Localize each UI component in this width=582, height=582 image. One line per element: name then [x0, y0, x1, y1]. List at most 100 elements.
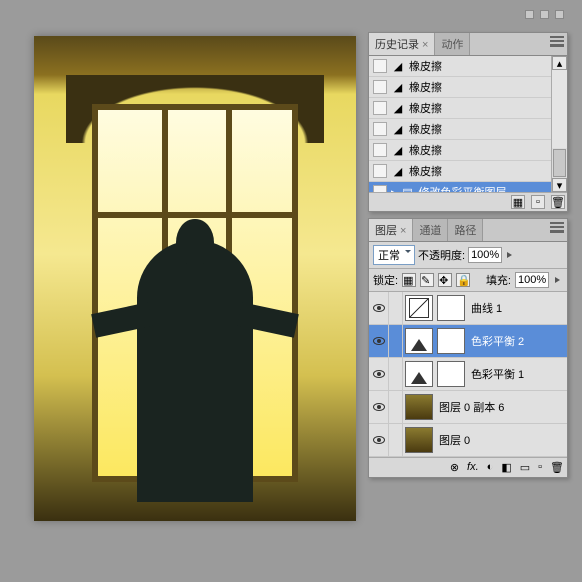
- layer-item[interactable]: 图层 0: [369, 424, 567, 457]
- layer-label: 色彩平衡 2: [467, 333, 567, 349]
- history-panel: 历史记录× 动作 ◢ 橡皮擦 ◢ 橡皮擦 ◢ 橡皮擦 ◢ 橡皮擦 ◢ 橡皮擦 ◢…: [368, 32, 568, 212]
- visibility-toggle[interactable]: [369, 358, 389, 390]
- eraser-icon: ◢: [391, 80, 405, 94]
- layer-thumb: [405, 394, 433, 420]
- history-delete-button[interactable]: 🗑: [551, 195, 565, 209]
- layer-thumb: [405, 427, 433, 453]
- eraser-icon: ◢: [391, 101, 405, 115]
- history-item[interactable]: ◢ 橡皮擦: [369, 119, 551, 140]
- history-snapshot-cell[interactable]: [373, 185, 387, 192]
- link-column[interactable]: [389, 292, 403, 324]
- lock-row: 锁定: ▦ ✎ ✥ 🔒 填充: 100%: [369, 269, 567, 292]
- visibility-toggle[interactable]: [369, 292, 389, 324]
- layer-label: 图层 0 副本 6: [435, 399, 567, 415]
- layer-item[interactable]: 色彩平衡 2: [369, 325, 567, 358]
- eye-icon: [373, 403, 385, 411]
- document-canvas[interactable]: [34, 36, 356, 521]
- fill-label: 填充:: [486, 272, 511, 288]
- tab-history[interactable]: 历史记录×: [369, 33, 435, 55]
- layers-footer: ⊗ fx. ◐ ◧ ▭ ▫ 🗑: [369, 457, 567, 477]
- tab-paths[interactable]: 路径: [448, 219, 483, 241]
- layer-icon: ▤: [401, 185, 415, 192]
- scroll-down-arrow[interactable]: ▾: [552, 178, 567, 192]
- history-snapshot-cell[interactable]: [373, 122, 387, 136]
- blend-mode-dropdown[interactable]: 正常: [373, 245, 415, 265]
- mask-thumb: [437, 361, 465, 387]
- lock-all-button[interactable]: 🔒: [456, 273, 470, 287]
- tab-channels[interactable]: 通道: [413, 219, 448, 241]
- link-column[interactable]: [389, 424, 403, 456]
- history-footer: ▦ ▫ 🗑: [369, 192, 567, 211]
- history-snapshot-cell[interactable]: [373, 80, 387, 94]
- panel-dash-button[interactable]: [525, 10, 534, 19]
- eye-icon: [373, 337, 385, 345]
- history-item[interactable]: ◢ 橡皮擦: [369, 56, 551, 77]
- history-item-label: 修改色彩平衡图层: [419, 184, 507, 192]
- visibility-toggle[interactable]: [369, 424, 389, 456]
- tab-actions[interactable]: 动作: [435, 33, 470, 55]
- history-scrollbar[interactable]: ▴ ▾: [551, 56, 567, 192]
- scroll-thumb[interactable]: [553, 149, 566, 177]
- close-icon[interactable]: ×: [422, 39, 428, 51]
- lock-label: 锁定:: [373, 272, 398, 288]
- eraser-icon: ◢: [391, 59, 405, 73]
- layer-item[interactable]: 色彩平衡 1: [369, 358, 567, 391]
- history-snapshot-cell[interactable]: [373, 101, 387, 115]
- mask-button[interactable]: ◐: [487, 461, 494, 474]
- history-snapshot-cell[interactable]: [373, 164, 387, 178]
- link-layers-button[interactable]: ⊗: [450, 461, 459, 474]
- visibility-toggle[interactable]: [369, 391, 389, 423]
- panel-close-button[interactable]: [555, 10, 564, 19]
- layer-item[interactable]: 曲线 1: [369, 292, 567, 325]
- history-new-button[interactable]: ▫: [531, 195, 545, 209]
- history-item[interactable]: ◢ 橡皮擦: [369, 77, 551, 98]
- layer-label: 色彩平衡 1: [467, 366, 567, 382]
- layer-list: 曲线 1 色彩平衡 2 色彩平衡 1 图层 0 副本 6 图层 0: [369, 292, 567, 457]
- history-item-label: 橡皮擦: [409, 163, 442, 179]
- delete-layer-button[interactable]: 🗑: [550, 461, 564, 474]
- mask-thumb: [437, 295, 465, 321]
- scroll-up-arrow[interactable]: ▴: [552, 56, 567, 70]
- eye-icon: [373, 304, 385, 312]
- history-item[interactable]: ◢ 橡皮擦: [369, 140, 551, 161]
- visibility-toggle[interactable]: [369, 325, 389, 357]
- fill-input[interactable]: 100%: [515, 272, 549, 288]
- panel-minimize-button[interactable]: [540, 10, 549, 19]
- link-column[interactable]: [389, 358, 403, 390]
- opacity-flyout-icon[interactable]: [507, 252, 515, 258]
- mask-thumb: [437, 328, 465, 354]
- history-snapshot-button[interactable]: ▦: [511, 195, 525, 209]
- adjustment-thumb: [405, 328, 433, 354]
- opacity-input[interactable]: 100%: [468, 247, 502, 263]
- history-item[interactable]: ▸ ▤ 修改色彩平衡图层: [369, 182, 551, 192]
- link-column[interactable]: [389, 325, 403, 357]
- fill-flyout-icon[interactable]: [555, 277, 563, 283]
- new-layer-button[interactable]: ▫: [538, 461, 542, 474]
- panel-menu-icon[interactable]: [550, 222, 564, 233]
- lock-transparency-button[interactable]: ▦: [402, 273, 416, 287]
- eye-icon: [373, 370, 385, 378]
- close-icon[interactable]: ×: [400, 225, 406, 237]
- lock-position-button[interactable]: ✥: [438, 273, 452, 287]
- layer-item[interactable]: 图层 0 副本 6: [369, 391, 567, 424]
- history-item-label: 橡皮擦: [409, 100, 442, 116]
- history-item[interactable]: ◢ 橡皮擦: [369, 98, 551, 119]
- history-item-label: 橡皮擦: [409, 58, 442, 74]
- eraser-icon: ◢: [391, 164, 405, 178]
- tab-layers[interactable]: 图层×: [369, 219, 413, 241]
- fx-button[interactable]: fx.: [467, 461, 479, 474]
- eraser-icon: ◢: [391, 122, 405, 136]
- lock-pixels-button[interactable]: ✎: [420, 273, 434, 287]
- history-current-icon: ▸: [391, 186, 397, 193]
- layers-panel: 图层× 通道 路径 正常 不透明度: 100% 锁定: ▦ ✎ ✥ 🔒 填充: …: [368, 218, 568, 478]
- link-column[interactable]: [389, 391, 403, 423]
- history-item[interactable]: ◢ 橡皮擦: [369, 161, 551, 182]
- adjustment-button[interactable]: ◧: [501, 461, 511, 474]
- group-button[interactable]: ▭: [520, 461, 530, 474]
- history-snapshot-cell[interactable]: [373, 143, 387, 157]
- adjustment-thumb: [405, 361, 433, 387]
- eraser-icon: ◢: [391, 143, 405, 157]
- layers-tabs: 图层× 通道 路径: [369, 219, 567, 242]
- history-snapshot-cell[interactable]: [373, 59, 387, 73]
- panel-menu-icon[interactable]: [550, 36, 564, 47]
